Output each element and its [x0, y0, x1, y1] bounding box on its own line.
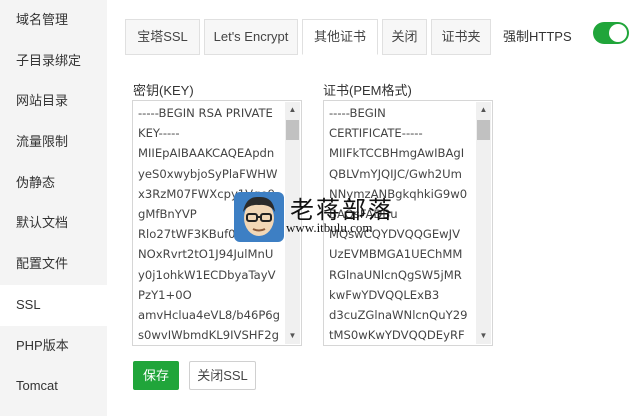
cert-textarea[interactable]: -----BEGIN CERTIFICATE----- MIIFkTCCBHmgAw…: [323, 100, 493, 346]
key-line: MIIEpAIBAAKCAQEApdn: [138, 146, 275, 161]
sidebar-item-default-doc[interactable]: 默认文档: [0, 203, 107, 244]
scroll-thumb[interactable]: [477, 120, 490, 140]
cert-line: tMS0wKwYDVQQDEyRF: [329, 328, 465, 343]
cert-line: d3cuZGlnaWNlcnQuY29: [329, 308, 468, 323]
cert-line: UzEVMBMGA1UEChMM: [329, 247, 463, 262]
tab-other-cert[interactable]: 其他证书: [302, 19, 378, 55]
scroll-thumb[interactable]: [286, 120, 299, 140]
sidebar-item-config[interactable]: 配置文件: [0, 244, 107, 285]
cert-scrollbar[interactable]: ▲ ▼: [476, 102, 491, 344]
key-textarea[interactable]: -----BEGIN RSA PRIVATE KEY----- MIIEpAIBAA…: [132, 100, 302, 346]
scroll-down-icon[interactable]: ▼: [285, 328, 300, 344]
key-line: y0j1ohkW1ECDbyaTayV: [138, 267, 276, 282]
key-label: 密钥(KEY): [133, 83, 194, 98]
tab-lets-encrypt[interactable]: Let's Encrypt: [204, 19, 298, 55]
ssl-panel: 宝塔SSL Let's Encrypt 其他证书 关闭 证书夹 强制HTTPS …: [107, 0, 629, 416]
cert-label: 证书(PEM格式): [323, 83, 412, 98]
scroll-up-icon[interactable]: ▲: [285, 102, 300, 118]
sidebar-item-site-dir[interactable]: 网站目录: [0, 81, 107, 122]
tab-cert-folder[interactable]: 证书夹: [431, 19, 491, 55]
sidebar-item-tomcat[interactable]: Tomcat: [0, 366, 107, 407]
sidebar-item-subdir[interactable]: 子目录绑定: [0, 41, 107, 82]
sidebar-item-domain[interactable]: 域名管理: [0, 0, 107, 41]
cert-line: kwFwYDVQQLExB3: [329, 287, 440, 302]
key-line: KEY-----: [138, 126, 180, 141]
tab-close[interactable]: 关闭: [382, 19, 427, 55]
toggle-knob: [609, 24, 627, 42]
sidebar-item-ssl[interactable]: SSL: [0, 284, 107, 326]
key-line: yeS0xwybjoSyPlaFWHW: [138, 166, 278, 181]
cert-line: BAQsFADBu: [329, 207, 398, 222]
sidebar: 域名管理 子目录绑定 网站目录 流量限制 伪静态 默认文档 配置文件 SSL P…: [0, 0, 107, 416]
cert-line: NNymzANBgkqhkiG9w0: [329, 186, 468, 201]
key-line: Rlo27tWF3KBuf0: [138, 227, 236, 242]
sidebar-item-php[interactable]: PHP版本: [0, 326, 107, 367]
key-line: NOxRvrt2tO1J94JulMnU: [138, 247, 274, 262]
key-scrollbar[interactable]: ▲ ▼: [285, 102, 300, 344]
cert-line: MIIFkTCCBHmgAwIBAgI: [329, 146, 465, 161]
scroll-up-icon[interactable]: ▲: [476, 102, 491, 118]
cert-textarea-content: -----BEGIN CERTIFICATE----- MIIFkTCCBHmgAw…: [329, 103, 477, 343]
close-ssl-button[interactable]: 关闭SSL: [189, 361, 256, 390]
key-line: -----BEGIN RSA PRIVATE: [138, 106, 273, 120]
cert-line: QBLVmYJQIJC/Gwh2Um: [329, 166, 462, 181]
sidebar-item-traffic[interactable]: 流量限制: [0, 122, 107, 163]
key-line: s0wvIWbmdKL9IVSHF2g: [138, 328, 279, 343]
cert-line: MQswCQYDVQQGEwJV: [329, 227, 461, 242]
cert-line: -----BEGIN: [329, 106, 386, 120]
scroll-down-icon[interactable]: ▼: [476, 328, 491, 344]
tab-bt-ssl[interactable]: 宝塔SSL: [125, 19, 200, 55]
key-line: gMfBnYVP: [138, 207, 197, 222]
sidebar-item-rewrite[interactable]: 伪静态: [0, 163, 107, 204]
key-line: x3RzM07FWXcpy1Vge9: [138, 186, 275, 201]
cert-line: RGlnaUNlcnQgSW5jMR: [329, 267, 462, 282]
cert-line: CERTIFICATE-----: [329, 126, 423, 141]
save-button[interactable]: 保存: [133, 361, 179, 390]
key-textarea-content: -----BEGIN RSA PRIVATE KEY----- MIIEpAIBAA…: [138, 103, 286, 343]
key-line: amvHclua4eVL8/b46P6g: [138, 308, 281, 323]
force-https-toggle[interactable]: [593, 22, 629, 44]
key-line: PzY1+0O: [138, 287, 192, 302]
force-https-label: 强制HTTPS: [503, 29, 572, 44]
